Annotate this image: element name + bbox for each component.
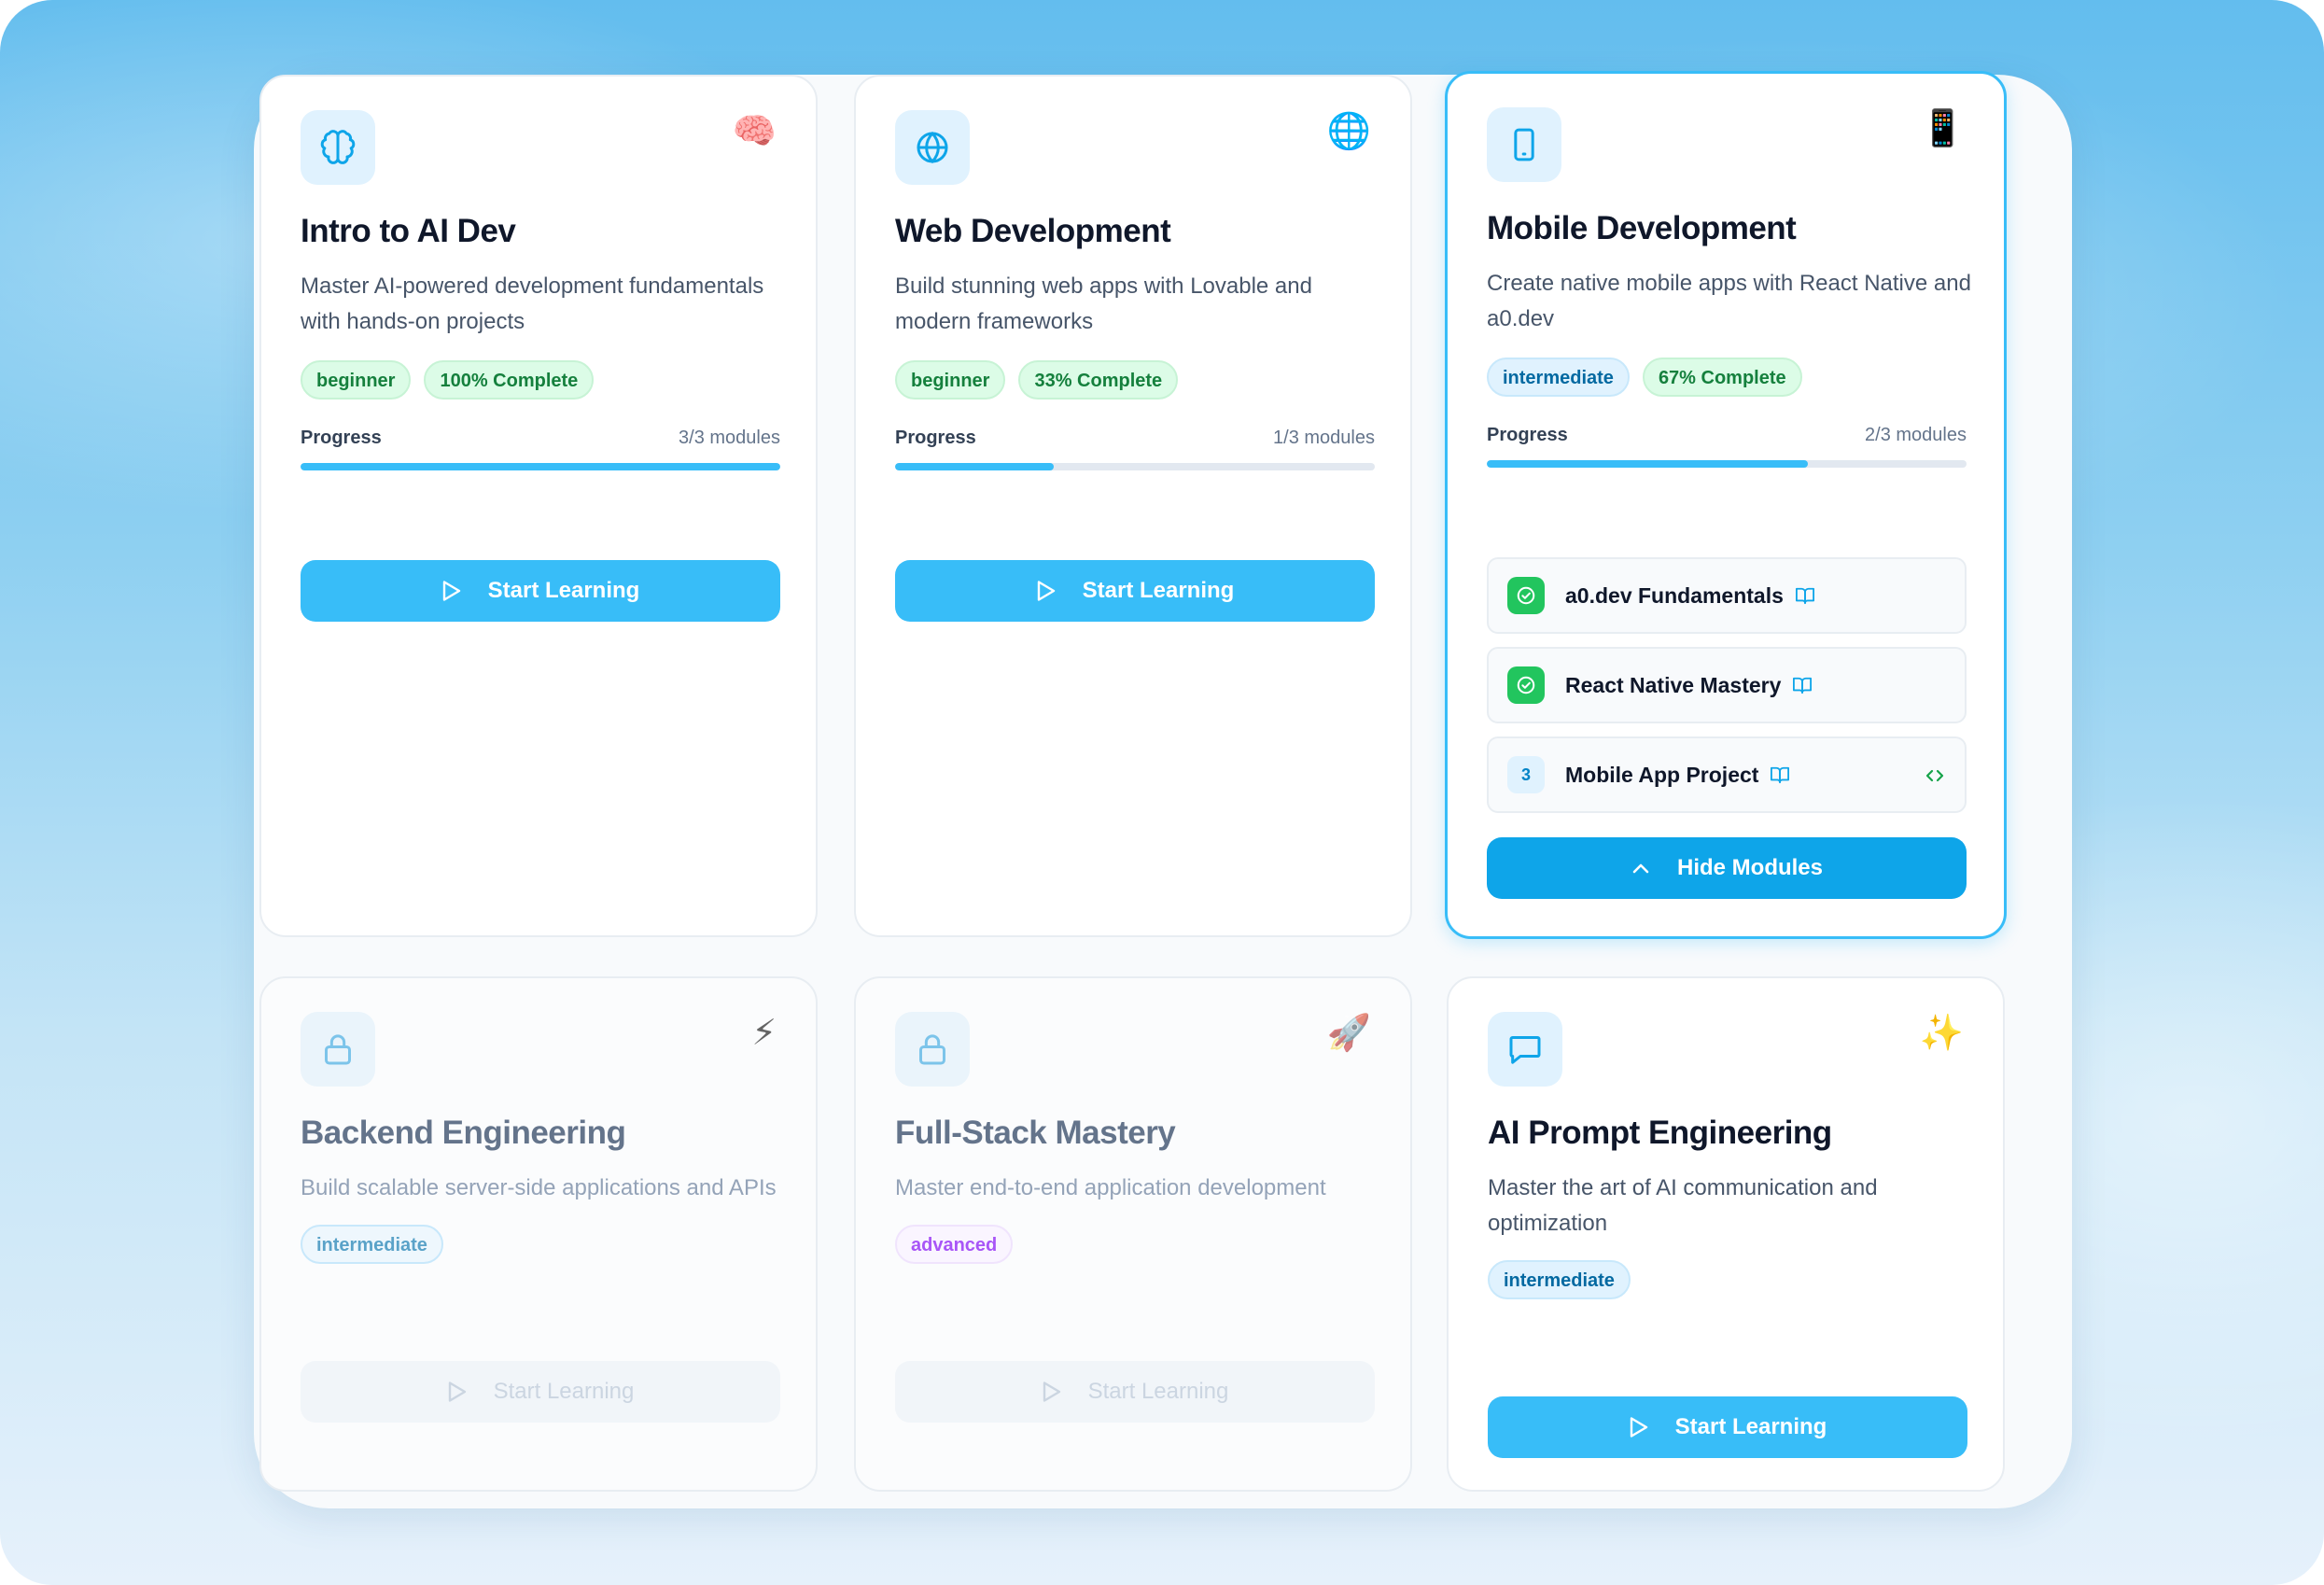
module-item[interactable]: a0.dev Fundamentals <box>1487 557 1967 634</box>
start-learning-button[interactable]: Start Learning <box>895 560 1375 622</box>
module-item[interactable]: 3 Mobile App Project <box>1487 736 1967 813</box>
badge-row: advanced <box>895 1225 1014 1264</box>
play-icon <box>1630 1417 1647 1438</box>
globe-icon <box>895 110 970 185</box>
progress-bar-fill <box>895 463 1054 470</box>
code-icon[interactable] <box>1924 764 1946 787</box>
progress-row: Progress 1/3 modules <box>895 428 1375 449</box>
check-circle-icon <box>1507 577 1545 614</box>
start-learning-button[interactable]: Start Learning <box>301 1361 780 1423</box>
brain-emoji-icon: 🧠 <box>732 112 777 151</box>
progress-row: Progress 3/3 modules <box>301 428 780 449</box>
badge-row: intermediate <box>301 1225 443 1264</box>
chat-icon <box>1488 1012 1562 1087</box>
badge-row: beginner 100% Complete <box>301 360 595 400</box>
course-card-backend[interactable]: ⚡ Backend Engineering Build scalable ser… <box>259 976 818 1492</box>
progress-label: Progress <box>1487 425 1568 445</box>
button-label: Start Learning <box>1087 1379 1229 1404</box>
progress-label: Progress <box>301 428 382 448</box>
button-label: Hide Modules <box>1676 855 1823 880</box>
start-learning-button[interactable]: Start Learning <box>1488 1396 1967 1458</box>
play-icon <box>1037 581 1055 601</box>
progress-bar <box>1487 460 1967 468</box>
progress-bar-fill <box>301 463 780 470</box>
course-title: Intro to AI Dev <box>301 213 516 249</box>
level-badge: beginner <box>895 360 1006 400</box>
completion-badge: 67% Complete <box>1642 358 1802 397</box>
modules-count: 2/3 modules <box>1865 425 1967 445</box>
course-description: Create native mobile apps with React Nat… <box>1487 271 1971 331</box>
sparkles-icon: ✨ <box>1919 1014 1964 1053</box>
course-description: Master end-to-end application developmen… <box>895 1175 1326 1200</box>
module-name: Mobile App Project <box>1565 762 1759 787</box>
play-icon <box>448 1382 466 1402</box>
course-card-web-dev[interactable]: 🌐 Web Development Build stunning web app… <box>854 75 1412 937</box>
start-learning-button[interactable]: Start Learning <box>301 560 780 622</box>
course-card-mobile-dev[interactable]: 📱 Mobile Development Create native mobil… <box>1445 71 2007 939</box>
completion-badge: 100% Complete <box>424 360 595 400</box>
course-grid-panel: 🧠 Intro to AI Dev Master AI-powered deve… <box>254 71 2072 1508</box>
lock-icon <box>895 1012 970 1087</box>
course-description: Build stunning web apps with Lovable and… <box>895 274 1312 334</box>
start-learning-button[interactable]: Start Learning <box>895 1361 1375 1423</box>
rocket-icon: 🚀 <box>1326 1014 1371 1053</box>
phone-icon <box>1487 107 1561 182</box>
globe-emoji-icon: 🌐 <box>1326 112 1371 151</box>
progress-bar <box>301 463 780 470</box>
course-description: Master AI-powered development fundamenta… <box>301 274 764 334</box>
button-label: Start Learning <box>493 1379 635 1404</box>
course-title: Web Development <box>895 213 1171 249</box>
progress-row: Progress 2/3 modules <box>1487 425 1967 446</box>
level-badge: beginner <box>301 360 412 400</box>
module-number: 3 <box>1507 756 1545 793</box>
course-description: Build scalable server-side applications … <box>301 1175 777 1200</box>
course-description: Master the art of AI communication and o… <box>1488 1175 1878 1236</box>
badge-row: beginner 33% Complete <box>895 360 1179 400</box>
course-card-fullstack[interactable]: 🚀 Full-Stack Mastery Master end-to-end a… <box>854 976 1412 1492</box>
course-title: Backend Engineering <box>301 1115 626 1151</box>
course-title: Mobile Development <box>1487 210 1797 246</box>
play-icon <box>442 581 460 601</box>
module-name: React Native Mastery <box>1565 672 1782 697</box>
book-icon <box>1792 676 1813 694</box>
chevron-up-icon <box>1632 863 1649 874</box>
course-card-intro-ai[interactable]: 🧠 Intro to AI Dev Master AI-powered deve… <box>259 75 818 937</box>
book-icon <box>1795 586 1815 605</box>
modules-count: 3/3 modules <box>679 428 780 448</box>
course-title: Full-Stack Mastery <box>895 1115 1176 1151</box>
level-badge: intermediate <box>1488 1260 1631 1299</box>
level-badge: intermediate <box>301 1225 443 1264</box>
hide-modules-button[interactable]: Hide Modules <box>1487 837 1967 899</box>
level-badge: advanced <box>895 1225 1014 1264</box>
button-label: Start Learning <box>1082 578 1235 603</box>
progress-bar <box>895 463 1375 470</box>
progress-bar-fill <box>1487 460 1809 468</box>
lightning-icon: ⚡ <box>751 1014 777 1053</box>
button-label: Start Learning <box>1674 1414 1827 1439</box>
lock-icon <box>301 1012 375 1087</box>
progress-label: Progress <box>895 428 976 448</box>
brain-icon <box>301 110 375 185</box>
level-badge: intermediate <box>1487 358 1630 397</box>
badge-row: intermediate 67% Complete <box>1487 358 1802 397</box>
course-title: AI Prompt Engineering <box>1488 1115 1832 1151</box>
completion-badge: 33% Complete <box>1018 360 1179 400</box>
phone-emoji-icon: 📱 <box>1920 109 1965 148</box>
module-name: a0.dev Fundamentals <box>1565 582 1784 608</box>
check-circle-icon <box>1507 666 1545 704</box>
button-label: Start Learning <box>487 578 640 603</box>
modules-count: 1/3 modules <box>1273 428 1375 448</box>
book-icon <box>1770 765 1790 784</box>
play-icon <box>1043 1382 1060 1402</box>
badge-row: intermediate <box>1488 1260 1631 1299</box>
course-card-prompt-eng[interactable]: ✨ AI Prompt Engineering Master the art o… <box>1447 976 2005 1492</box>
module-item[interactable]: React Native Mastery <box>1487 647 1967 723</box>
